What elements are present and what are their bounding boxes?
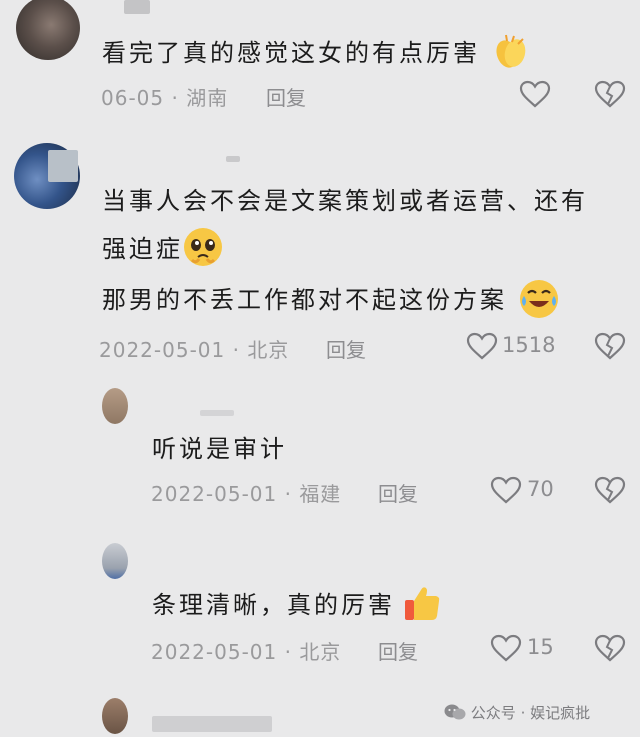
reply-text: 听说是审计 [152,435,287,463]
reply-text-content: 条理清晰，真的厉害 [152,591,395,619]
heart-icon[interactable] [519,80,551,108]
watermark-channel: 公众号 [470,704,516,722]
avatar[interactable] [102,388,128,424]
comment-text-content: 那男的不丢工作都对不起这份方案 [102,286,507,314]
watermark: 公众号 · 娱记疯批 [444,702,590,723]
reply-button[interactable]: 回复 [378,636,418,665]
pleading-face-icon [184,228,222,266]
comment-location: 北京 [247,338,290,362]
thumbs-up-icon [405,587,440,620]
reply-text: 条理清晰，真的厉害 [152,588,395,622]
comment-date: 06-05 [101,86,165,110]
like-count: 70 [527,477,554,501]
avatar[interactable] [16,0,80,60]
like-count: 15 [527,635,554,659]
heart-icon[interactable] [466,332,498,360]
broken-heart-icon[interactable] [594,80,626,108]
meta-separator: · [232,338,240,362]
reply-meta: 2022-05-01 · 北京 [151,636,341,665]
username-placeholder [124,0,150,14]
reply-meta: 2022-05-01 · 福建 [151,478,341,507]
meta-separator: · [284,482,292,506]
comment-text: 看完了真的感觉这女的有点厉害 [102,36,480,70]
reply-location: 北京 [299,640,342,664]
comment-text-line: 当事人会不会是文案策划或者运营、还有 [102,187,588,215]
avatar[interactable] [102,698,128,734]
watermark-name: 娱记疯批 [530,704,591,722]
reply-date: 2022-05-01 [151,482,278,506]
comment-text-line: 那男的不丢工作都对不起这份方案 [102,283,507,317]
username-placeholder [200,410,234,416]
meta-separator: · [171,86,179,110]
username-placeholder [152,716,272,732]
comment-meta: 2022-05-01 · 北京 [99,334,289,363]
broken-heart-icon[interactable] [594,332,626,360]
comment-text-content: 看完了真的感觉这女的有点厉害 [102,39,480,67]
reply-date: 2022-05-01 [151,640,278,664]
comment-location: 湖南 [186,86,229,110]
like-count: 1518 [502,333,556,357]
username-placeholder [226,156,240,162]
reply-button[interactable]: 回复 [326,334,366,363]
comment-text-content: 强迫症 [102,235,183,263]
comment-date: 2022-05-01 [99,338,226,362]
tears-of-joy-icon [520,280,558,318]
heart-icon[interactable] [490,476,522,504]
watermark-separator: · [520,704,526,722]
heart-icon[interactable] [490,634,522,662]
comment-meta: 06-05 · 湖南 [101,82,228,111]
meta-separator: · [284,640,292,664]
reply-location: 福建 [299,482,342,506]
broken-heart-icon[interactable] [594,634,626,662]
clapping-hands-icon [496,34,526,68]
username-placeholder [48,150,78,182]
broken-heart-icon[interactable] [594,476,626,504]
wechat-icon [444,704,466,720]
reply-button[interactable]: 回复 [378,478,418,507]
comment-text-line: 强迫症 [102,232,183,266]
avatar[interactable] [102,543,128,579]
reply-button[interactable]: 回复 [266,82,306,111]
